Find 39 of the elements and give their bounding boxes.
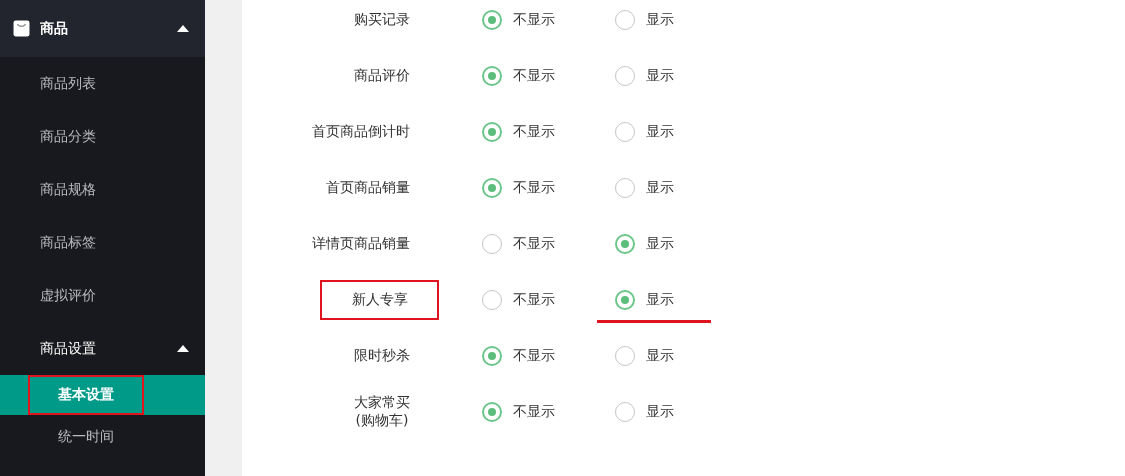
setting-label: 大家常买 (购物车) [353, 393, 411, 430]
radio-option[interactable]: 显示 [615, 112, 748, 152]
radio-option[interactable]: 不显示 [482, 336, 615, 376]
radio-option[interactable]: 显示 [615, 224, 748, 264]
group-label: 商品设置 [40, 339, 97, 358]
radio-option[interactable]: 显示 [597, 280, 711, 323]
sidebar-item[interactable]: 商品标签 [0, 216, 205, 269]
sidebar-subitem[interactable]: 统一时间 [0, 417, 205, 457]
radio-option[interactable]: 显示 [615, 336, 748, 376]
setting-label: 商品评价 [353, 66, 411, 85]
setting-label: 新人专享 [320, 280, 439, 320]
radio-option[interactable]: 不显示 [482, 112, 615, 152]
radio-option[interactable]: 不显示 [482, 56, 615, 96]
radio-option[interactable]: 不显示 [482, 168, 615, 208]
subitem-label: 基本设置 [28, 375, 144, 415]
setting-label: 购买记录 [353, 10, 411, 29]
sidebar-group[interactable]: 商品设置 [0, 322, 205, 375]
bag-icon [13, 20, 30, 37]
subitem-label: 统一时间 [57, 427, 115, 446]
sidebar-item[interactable]: 商品规格 [0, 163, 205, 216]
caret-up-icon [177, 25, 189, 32]
setting-label: 首页商品倒计时 [311, 122, 411, 141]
radio-option[interactable]: 显示 [615, 0, 748, 40]
setting-label: 详情页商品销量 [311, 234, 411, 253]
setting-label: 限时秒杀 [353, 346, 411, 365]
radio-option[interactable]: 不显示 [482, 392, 615, 432]
sidebar-item[interactable]: 商品列表 [0, 57, 205, 110]
setting-label: 首页商品销量 [325, 178, 411, 197]
radio-option[interactable]: 不显示 [482, 224, 615, 264]
radio-option[interactable]: 显示 [615, 168, 748, 208]
section-label: 商品 [40, 19, 69, 38]
sidebar-item[interactable]: 商品分类 [0, 110, 205, 163]
sidebar-section-header[interactable]: 商品 [0, 0, 205, 57]
sidebar-subitem[interactable]: 基本设置 [0, 375, 205, 415]
sidebar-item[interactable]: 虚拟评价 [0, 269, 205, 322]
radio-option[interactable]: 不显示 [482, 0, 615, 40]
radio-option[interactable]: 显示 [615, 392, 748, 432]
radio-option[interactable]: 显示 [615, 56, 748, 96]
caret-up-icon [177, 345, 189, 352]
